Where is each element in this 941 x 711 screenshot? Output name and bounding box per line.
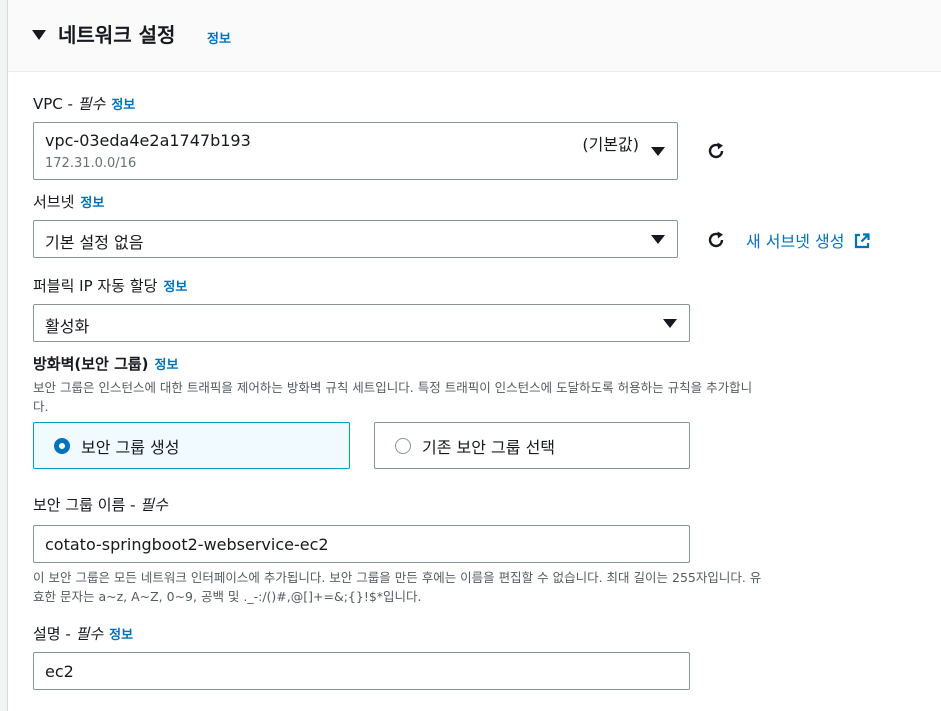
subnet-label: 서브넷 정보 <box>33 191 104 212</box>
create-subnet-link-text: 새 서브넷 생성 <box>746 232 845 251</box>
network-settings-panel: 네트워크 설정 정보 VPC - 필수 정보 vpc-03eda4e2a1747b… <box>7 0 941 711</box>
caret-down-icon[interactable] <box>32 30 46 40</box>
create-security-group-option[interactable]: 보안 그룹 생성 <box>33 422 350 469</box>
subnet-value: 기본 설정 없음 <box>45 233 144 252</box>
refresh-icon[interactable] <box>705 140 727 162</box>
subnet-select[interactable]: 기본 설정 없음 <box>33 220 678 258</box>
firewall-label: 방화벽(보안 그룹) 정보 <box>33 353 178 374</box>
sg-name-required: 필수 <box>140 496 168 514</box>
public-ip-value: 활성화 <box>45 317 90 336</box>
section-info-link[interactable]: 정보 <box>207 28 231 47</box>
subnet-info-link[interactable]: 정보 <box>80 196 104 211</box>
firewall-desc-line2: 다. <box>33 399 49 414</box>
chevron-down-icon <box>651 147 665 156</box>
existing-security-group-label: 기존 보안 그룹 선택 <box>422 438 556 457</box>
chevron-down-icon <box>651 235 665 244</box>
chevron-down-icon <box>663 319 677 328</box>
firewall-info-link[interactable]: 정보 <box>155 358 179 373</box>
subnet-label-text: 서브넷 <box>33 193 75 211</box>
radio-unselected-icon[interactable] <box>395 438 411 454</box>
sg-name-label-text: 보안 그룹 이름 - <box>33 496 141 514</box>
description-input[interactable]: ec2 <box>33 652 690 690</box>
public-ip-label-text: 퍼블릭 IP 자동 할당 <box>33 277 158 295</box>
description-label: 설명 - 필수 정보 <box>33 623 133 644</box>
vpc-value: vpc-03eda4e2a1747b193 <box>45 131 251 150</box>
vpc-label-text: VPC - <box>33 95 78 113</box>
firewall-label-text: 방화벽(보안 그룹) <box>33 355 149 373</box>
public-ip-select[interactable]: 활성화 <box>33 304 690 342</box>
sg-name-label: 보안 그룹 이름 - 필수 <box>33 494 168 515</box>
create-security-group-label: 보안 그룹 생성 <box>81 438 180 457</box>
vpc-required: 필수 <box>77 95 106 113</box>
vpc-select[interactable]: vpc-03eda4e2a1747b193 (기본값) 172.31.0.0/1… <box>33 122 678 180</box>
create-subnet-link[interactable]: 새 서브넷 생성 <box>746 228 871 252</box>
description-info-link[interactable]: 정보 <box>109 628 133 643</box>
sg-name-help-line2: 효한 문자는 a~z, A~Z, 0~9, 공백 및 ._-:/()#,@[]+… <box>33 589 422 604</box>
description-value: ec2 <box>45 662 74 681</box>
firewall-description: 보안 그룹은 인스턴스에 대한 트래픽을 제어하는 방화벽 규칙 세트입니다. … <box>33 378 938 416</box>
existing-security-group-option[interactable]: 기존 보안 그룹 선택 <box>374 422 690 469</box>
sg-name-help-line1: 이 보안 그룹은 모든 네트워크 인터페이스에 추가됩니다. 보안 그룹을 만든… <box>33 570 762 585</box>
radio-selected-icon[interactable] <box>54 438 70 454</box>
vpc-cidr: 172.31.0.0/16 <box>45 156 137 171</box>
description-required: 필수 <box>75 625 104 643</box>
firewall-desc-line1: 보안 그룹은 인스턴스에 대한 트래픽을 제어하는 방화벽 규칙 세트입니다. … <box>33 380 753 395</box>
vpc-default-tag: (기본값) <box>582 135 639 154</box>
public-ip-label: 퍼블릭 IP 자동 할당 정보 <box>33 275 187 296</box>
refresh-icon[interactable] <box>705 229 727 251</box>
vpc-label: VPC - 필수 정보 <box>33 93 135 114</box>
external-link-icon <box>854 233 870 249</box>
description-label-text: 설명 - <box>33 625 76 643</box>
sg-name-input[interactable]: cotato-springboot2-webservice-ec2 <box>33 525 690 563</box>
public-ip-info-link[interactable]: 정보 <box>163 280 187 295</box>
vpc-info-link[interactable]: 정보 <box>111 98 135 113</box>
sg-name-value: cotato-springboot2-webservice-ec2 <box>45 535 329 554</box>
section-header[interactable]: 네트워크 설정 정보 <box>8 0 941 72</box>
sg-name-help: 이 보안 그룹은 모든 네트워크 인터페이스에 추가됩니다. 보안 그룹을 만든… <box>33 568 938 606</box>
section-title: 네트워크 설정 <box>58 23 176 47</box>
